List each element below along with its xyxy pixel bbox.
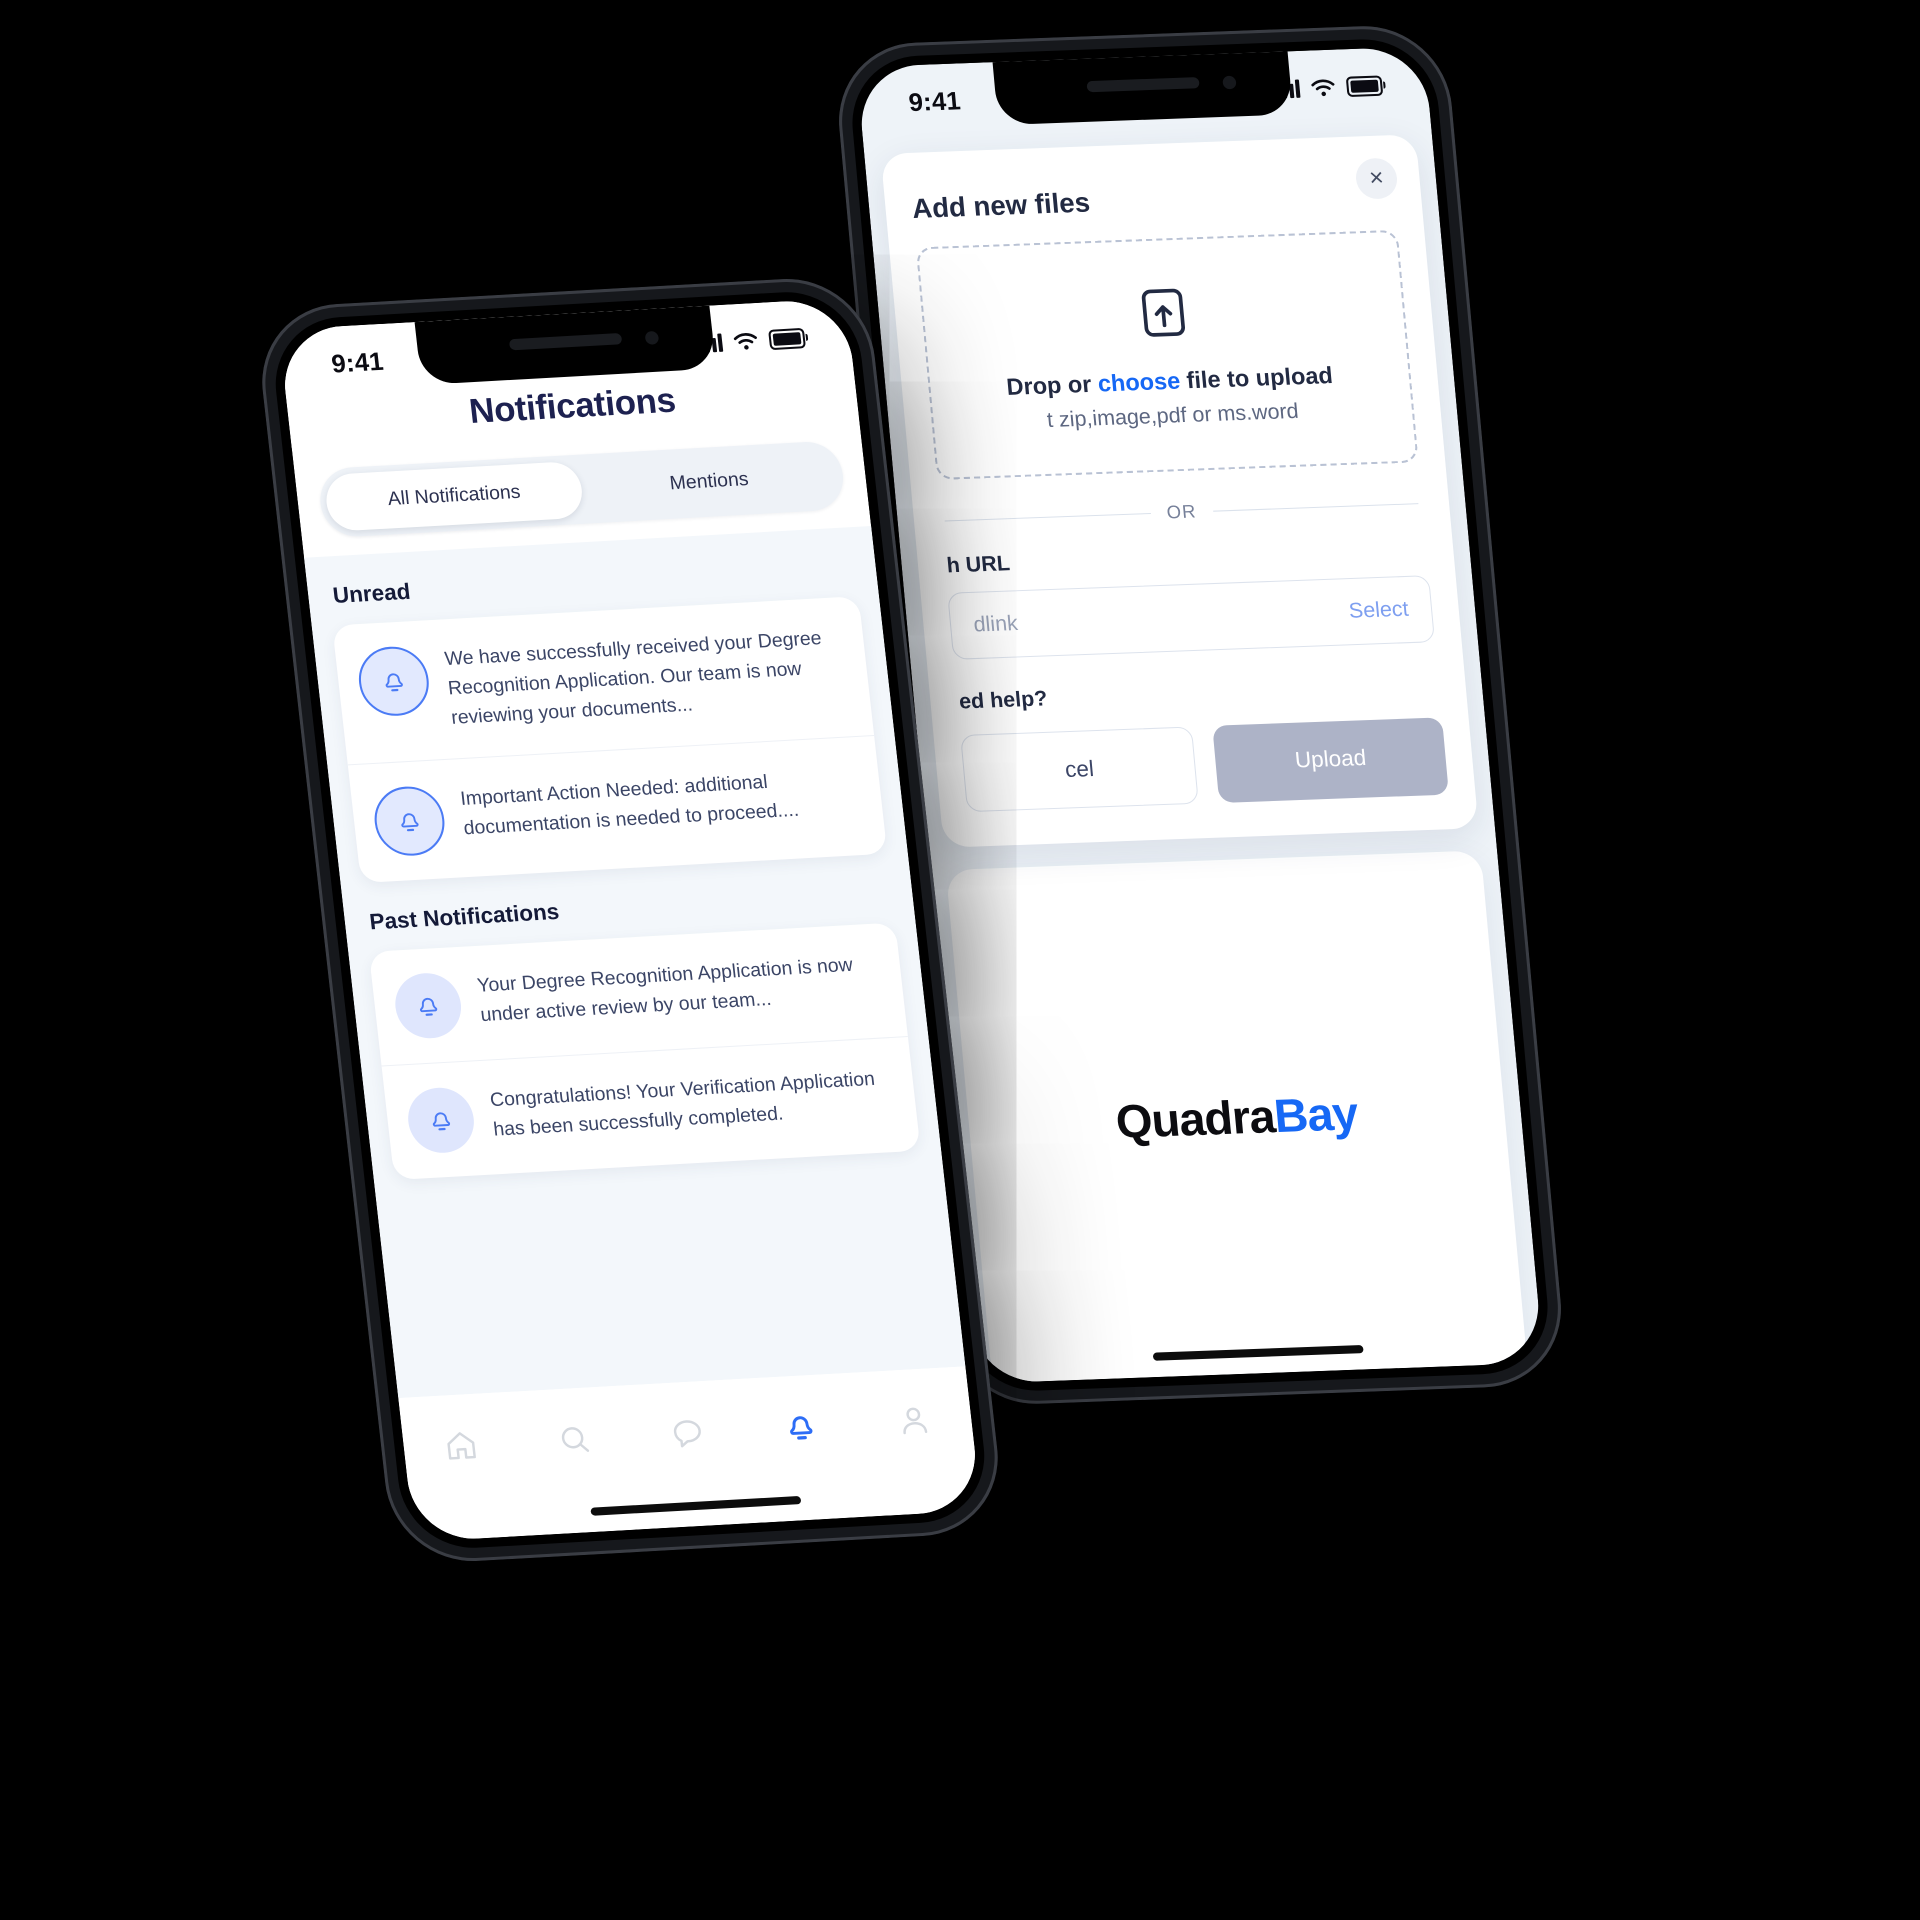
bell-icon[interactable]	[769, 1397, 832, 1457]
notification-text: Important Action Needed: additional docu…	[459, 771, 800, 839]
status-bar-time: 9:41	[329, 346, 386, 379]
notification-text: Your Degree Recognition Application is n…	[476, 954, 854, 1026]
select-button[interactable]: Select	[1348, 597, 1410, 624]
home-icon[interactable]	[429, 1416, 492, 1476]
add-files-modal: × Add new files Drop or choose file to u…	[880, 134, 1479, 848]
cancel-button[interactable]: cel	[960, 726, 1199, 813]
front-camera	[644, 330, 659, 345]
phone-notch	[992, 51, 1294, 126]
file-upload-icon	[1141, 288, 1185, 337]
upload-button[interactable]: Upload	[1212, 717, 1449, 803]
bell-icon	[370, 784, 449, 858]
notifications-list[interactable]: Unread We have successfully received you…	[304, 526, 966, 1399]
battery-icon	[1345, 75, 1384, 98]
url-input[interactable]: dlink	[973, 612, 1019, 638]
tab-mentions[interactable]: Mentions	[578, 447, 839, 518]
tab-switcher: All Notifications Mentions	[316, 440, 847, 539]
url-input-row[interactable]: dlink Select	[947, 575, 1436, 660]
choose-file-link[interactable]: choose	[1097, 367, 1182, 396]
divider-line-right	[1212, 503, 1419, 512]
divider-line-left	[944, 512, 1151, 522]
or-divider: OR	[944, 493, 1420, 532]
unread-card: We have successfully received your Degre…	[332, 596, 888, 883]
modal-button-row: cel Upload	[960, 717, 1449, 813]
logo-text-accent: Bay	[1271, 1085, 1360, 1142]
file-dropzone[interactable]: Drop or choose file to upload t zip,imag…	[915, 229, 1419, 481]
profile-icon[interactable]	[883, 1390, 946, 1450]
bell-icon	[355, 644, 433, 718]
earpiece-speaker	[508, 333, 622, 351]
help-label: ed help?	[958, 687, 1049, 714]
bell-icon	[404, 1085, 478, 1155]
dropzone-main-text: Drop or choose file to upload	[940, 359, 1400, 403]
chat-icon[interactable]	[656, 1403, 719, 1463]
notification-text: Congratulations! Your Verification Appli…	[488, 1068, 876, 1141]
tab-all-notifications[interactable]: All Notifications	[323, 460, 585, 532]
status-bar-time: 9:41	[907, 86, 962, 117]
earpiece-speaker	[1085, 77, 1200, 93]
brand-card: Quadra Bay	[945, 850, 1528, 1384]
wifi-icon	[1311, 79, 1335, 97]
dropzone-text-before: Drop or	[1005, 370, 1100, 400]
notification-text: We have successfully received your Degre…	[443, 627, 823, 729]
logo-text-primary: Quadra	[1113, 1088, 1277, 1148]
past-card: Your Degree Recognition Application is n…	[368, 922, 921, 1180]
dropzone-hint: t zip,image,pdf or ms.word	[1046, 399, 1300, 433]
quadrabay-logo: Quadra Bay	[1113, 1085, 1359, 1149]
wifi-icon	[733, 333, 757, 350]
front-camera	[1221, 75, 1237, 90]
url-section-label: h URL	[945, 551, 1011, 578]
bell-icon	[391, 971, 465, 1040]
battery-icon	[768, 327, 807, 351]
modal-title: Add new files	[910, 187, 1092, 225]
search-icon[interactable]	[542, 1409, 605, 1469]
screenshot-stage: 9:41 × Add new files Drop or choose file…	[0, 0, 1920, 1920]
dropzone-text-after: file to upload	[1178, 361, 1334, 394]
or-divider-label: OR	[1165, 501, 1198, 523]
